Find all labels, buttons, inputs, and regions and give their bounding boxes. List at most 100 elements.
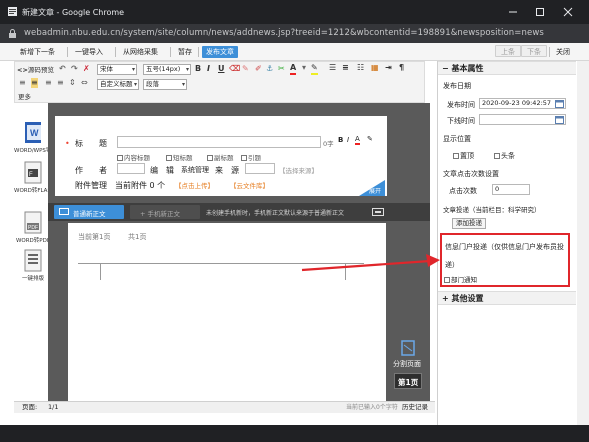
lead-title-option[interactable]: 引题: [241, 152, 261, 162]
clear-format-icon[interactable]: ✗: [83, 64, 90, 74]
display-position-label: 显示位置: [443, 135, 471, 143]
address-bar[interactable]: webadmin.nbu.edu.cn/system/site/column/n…: [0, 24, 589, 43]
title-italic-button[interactable]: I: [347, 136, 349, 144]
align-center-icon[interactable]: ≡: [45, 78, 52, 88]
keyboard-icon[interactable]: [372, 208, 384, 217]
page-one-button[interactable]: 第1页: [394, 373, 422, 389]
author-input[interactable]: [117, 163, 145, 174]
dropdown-arrow-icon[interactable]: ▾: [302, 63, 306, 73]
more-button[interactable]: 更多: [18, 92, 31, 102]
current-page-label: 当前第1页: [78, 233, 111, 241]
underline-button[interactable]: U: [218, 64, 225, 74]
split-page-button[interactable]: 分割页面: [392, 338, 426, 370]
align-icon[interactable]: ☷: [357, 63, 364, 73]
title-color-button[interactable]: A: [355, 135, 360, 145]
add-delivery-button[interactable]: 添加投递: [452, 218, 486, 229]
mobile-content-label: + 手机新正文: [140, 210, 181, 218]
publish-time-label: 发布时间: [447, 101, 475, 109]
prev-button[interactable]: 上条: [495, 45, 521, 57]
format-painter-icon[interactable]: ✎: [242, 64, 249, 74]
heading-select[interactable]: 自定义标题: [97, 79, 139, 90]
upload-link[interactable]: 【点击上传】: [175, 180, 214, 190]
list-icon[interactable]: ☰: [329, 63, 336, 73]
numbered-list-icon[interactable]: ≡: [342, 63, 349, 73]
align-left-icon[interactable]: ≡: [19, 78, 26, 88]
attachment-label: 附件管理: [75, 181, 107, 190]
font-size-select[interactable]: 五号(14px): [143, 64, 191, 75]
required-star: •: [65, 139, 70, 148]
monitor-icon: [59, 208, 69, 215]
content-page[interactable]: 当前第1页 共1页: [68, 223, 386, 401]
subtitle-option-label: 副标题: [214, 154, 234, 162]
table-icon[interactable]: ▦: [371, 63, 379, 73]
svg-text:F: F: [29, 172, 33, 178]
tools-icon[interactable]: ✂: [278, 64, 285, 74]
maximize-icon[interactable]: [533, 5, 547, 19]
preview-button[interactable]: 预览: [41, 65, 54, 75]
source-button[interactable]: <>源码: [17, 65, 41, 75]
top-option-label: 置顶: [460, 152, 474, 160]
font-family-select[interactable]: 宋体: [97, 64, 137, 75]
indent-icon[interactable]: ⇥: [385, 63, 392, 73]
cloud-files-link[interactable]: 【云文件库】: [230, 180, 269, 190]
eraser-icon[interactable]: ⌫: [229, 64, 240, 74]
title-bold-button[interactable]: B: [338, 136, 343, 144]
basic-properties-header[interactable]: − 基本属性: [438, 61, 576, 75]
subtitle-option[interactable]: 副标题: [207, 152, 234, 162]
expand-label[interactable]: 展开: [369, 186, 381, 195]
new-next-button[interactable]: 新增下一条: [20, 46, 55, 58]
save-draft-button[interactable]: 暂存: [178, 46, 192, 58]
normal-content-tab[interactable]: 普通新正文: [54, 205, 124, 219]
align-justify-icon[interactable]: ≡: [31, 78, 38, 88]
short-title-option-label: 短标题: [173, 154, 193, 162]
highlight-box: [440, 233, 570, 287]
source-input[interactable]: [245, 163, 275, 174]
word-to-flash-tool[interactable]: F WORD转FLASH: [14, 161, 55, 194]
content-title-option[interactable]: 内容标题: [117, 152, 150, 162]
history-link[interactable]: 历史记录: [402, 402, 428, 413]
line-spacing-icon[interactable]: ⇕: [69, 78, 76, 88]
next-button[interactable]: 下条: [521, 45, 547, 57]
url-text[interactable]: webadmin.nbu.edu.cn/system/site/column/n…: [24, 28, 544, 38]
short-title-option[interactable]: 短标题: [166, 152, 193, 162]
word-import-tool[interactable]: W WORD/WPS导入: [14, 121, 57, 154]
font-color-icon[interactable]: A: [290, 63, 297, 75]
paragraph-icon[interactable]: ¶: [399, 63, 404, 73]
headline-option[interactable]: 头条: [494, 151, 515, 161]
title-clear-icon[interactable]: ✎: [367, 135, 373, 143]
brush-icon[interactable]: ✐: [255, 64, 262, 74]
one-click-format-tool[interactable]: 一键排版: [14, 249, 52, 282]
letter-spacing-icon[interactable]: ⇔: [81, 78, 88, 88]
one-click-format-label: 一键排版: [21, 276, 44, 282]
mobile-content-tab[interactable]: + 手机新正文: [130, 205, 200, 219]
highlight-color-icon[interactable]: ✎: [311, 63, 318, 75]
publish-time-input[interactable]: 2020-09-23 09:42:57: [479, 98, 566, 109]
calendar-icon[interactable]: [555, 116, 564, 124]
editor-value[interactable]: 系统管理: [181, 165, 209, 175]
link-icon[interactable]: ⚓: [266, 64, 273, 74]
offline-time-input[interactable]: [479, 114, 566, 125]
bold-button[interactable]: B: [195, 64, 201, 74]
click-count-input[interactable]: 0: [492, 184, 530, 195]
collect-button[interactable]: 从网络采集: [123, 46, 158, 58]
select-source-link[interactable]: 【选择来源】: [279, 165, 318, 175]
paragraph-select[interactable]: 段落: [143, 79, 187, 90]
redo-icon[interactable]: ↷: [71, 64, 78, 74]
calendar-icon[interactable]: [555, 100, 564, 108]
top-option[interactable]: 置顶: [453, 151, 474, 161]
divider: [549, 47, 550, 57]
format-icon: [24, 249, 42, 272]
word-to-pdf-tool[interactable]: PDF WORD转PDF: [14, 211, 52, 244]
align-right-icon[interactable]: ≡: [57, 78, 64, 88]
publish-button[interactable]: 发布文章: [202, 46, 238, 58]
close-window-icon[interactable]: [561, 5, 575, 19]
other-settings-title: 其他设置: [451, 294, 484, 303]
close-button[interactable]: 关闭: [556, 46, 570, 58]
title-input[interactable]: [117, 136, 321, 148]
minimize-icon[interactable]: [506, 5, 520, 19]
scrollbar[interactable]: [577, 61, 589, 425]
undo-icon[interactable]: ↶: [59, 64, 66, 74]
other-settings-header[interactable]: + 其他设置: [438, 291, 576, 305]
import-button[interactable]: 一键导入: [75, 46, 103, 58]
italic-button[interactable]: I: [207, 64, 210, 74]
